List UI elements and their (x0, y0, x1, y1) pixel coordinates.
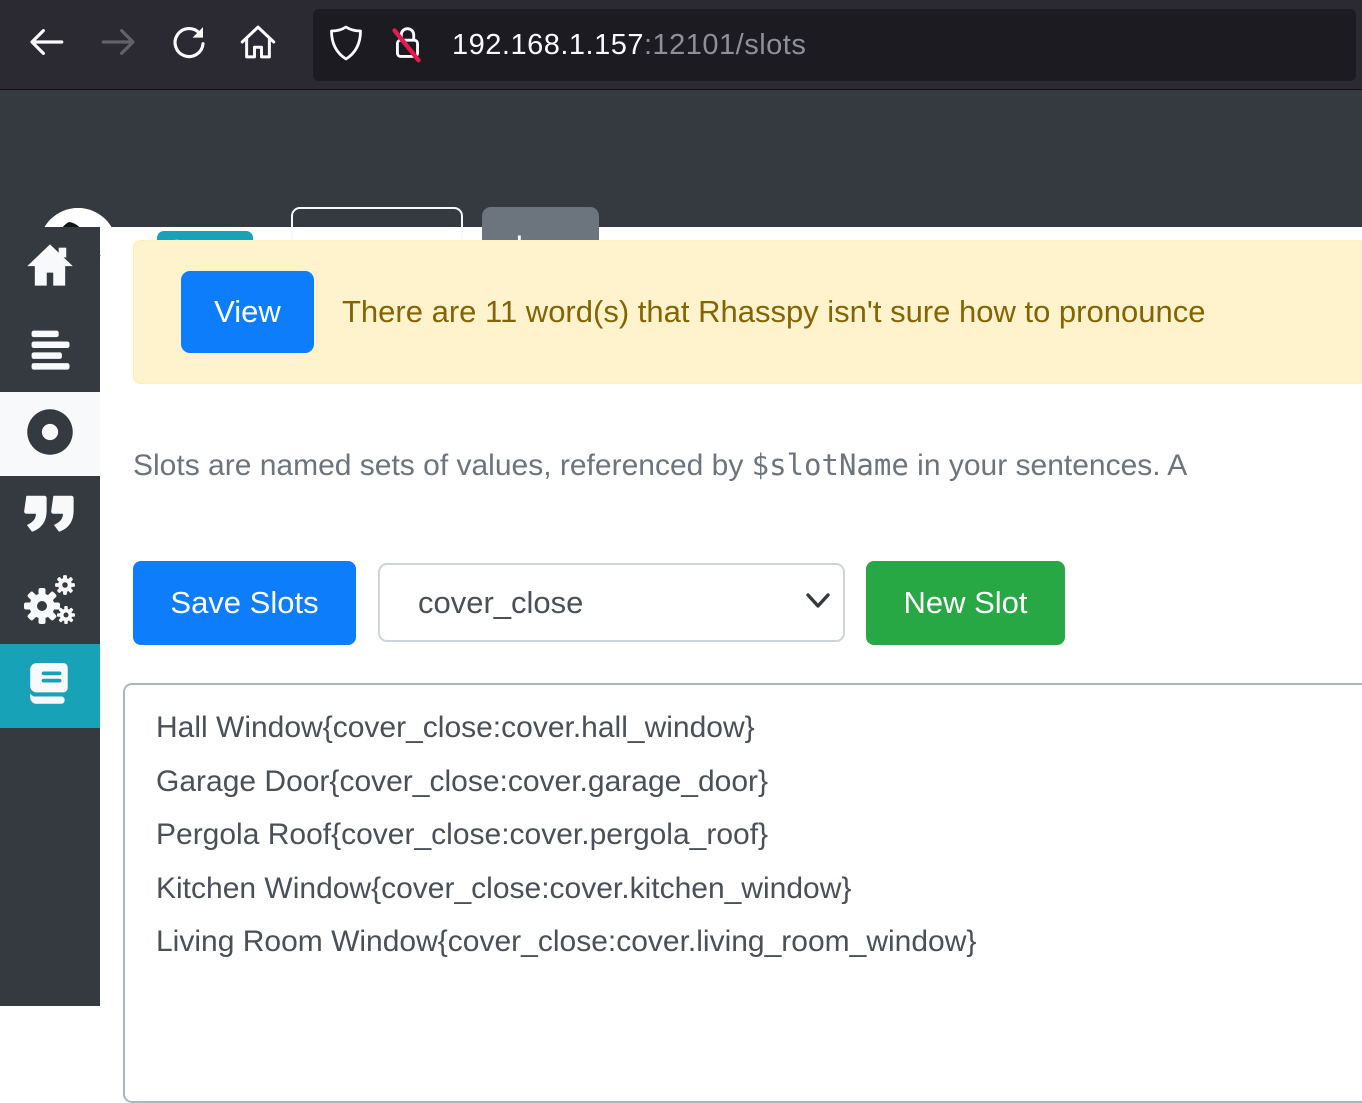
quote-icon (23, 489, 77, 548)
warning-message: There are 11 word(s) that Rhasspy isn't … (342, 294, 1205, 330)
slot-select[interactable]: cover_close (378, 563, 845, 642)
browser-toolbar: 192.168.1.157:12101/slots (0, 0, 1362, 90)
lock-insecure-icon[interactable] (384, 20, 430, 71)
url-text: 192.168.1.157:12101/slots (452, 29, 806, 62)
slotname-code: $slotName (752, 448, 909, 482)
browser-forward-button[interactable] (95, 21, 143, 69)
sidebar-item-words[interactable] (0, 476, 100, 560)
sidebar-item-slots[interactable] (0, 392, 100, 476)
address-bar[interactable]: 192.168.1.157:12101/slots (313, 9, 1356, 81)
pronounce-warning-banner: View There are 11 word(s) that Rhasspy i… (133, 240, 1362, 384)
record-circle-icon (24, 406, 76, 463)
home-icon (24, 239, 76, 296)
reload-icon (168, 21, 210, 68)
slot-values-textarea[interactable] (123, 683, 1362, 1103)
sidebar-item-docs[interactable] (0, 644, 100, 728)
back-arrow-icon (25, 21, 67, 68)
app-header: 2.5.11 Slots Log (0, 90, 1362, 227)
browser-reload-button[interactable] (165, 21, 213, 69)
browser-home-button[interactable] (234, 21, 282, 69)
shield-icon[interactable] (326, 23, 366, 68)
align-left-icon (24, 322, 76, 379)
slots-description: Slots are named sets of values, referenc… (133, 442, 1362, 488)
new-slot-button[interactable]: New Slot (866, 561, 1065, 645)
view-button[interactable]: View (181, 271, 314, 353)
save-slots-button[interactable]: Save Slots (133, 561, 356, 645)
sidebar-item-sentences[interactable] (0, 308, 100, 392)
book-icon (25, 659, 75, 714)
sidebar-item-settings[interactable] (0, 560, 100, 644)
sidebar (0, 227, 100, 1006)
browser-back-button[interactable] (22, 21, 70, 69)
sidebar-item-home[interactable] (0, 227, 100, 308)
cogs-icon (22, 572, 78, 633)
home-outline-icon (237, 21, 279, 68)
forward-arrow-icon (98, 21, 140, 68)
